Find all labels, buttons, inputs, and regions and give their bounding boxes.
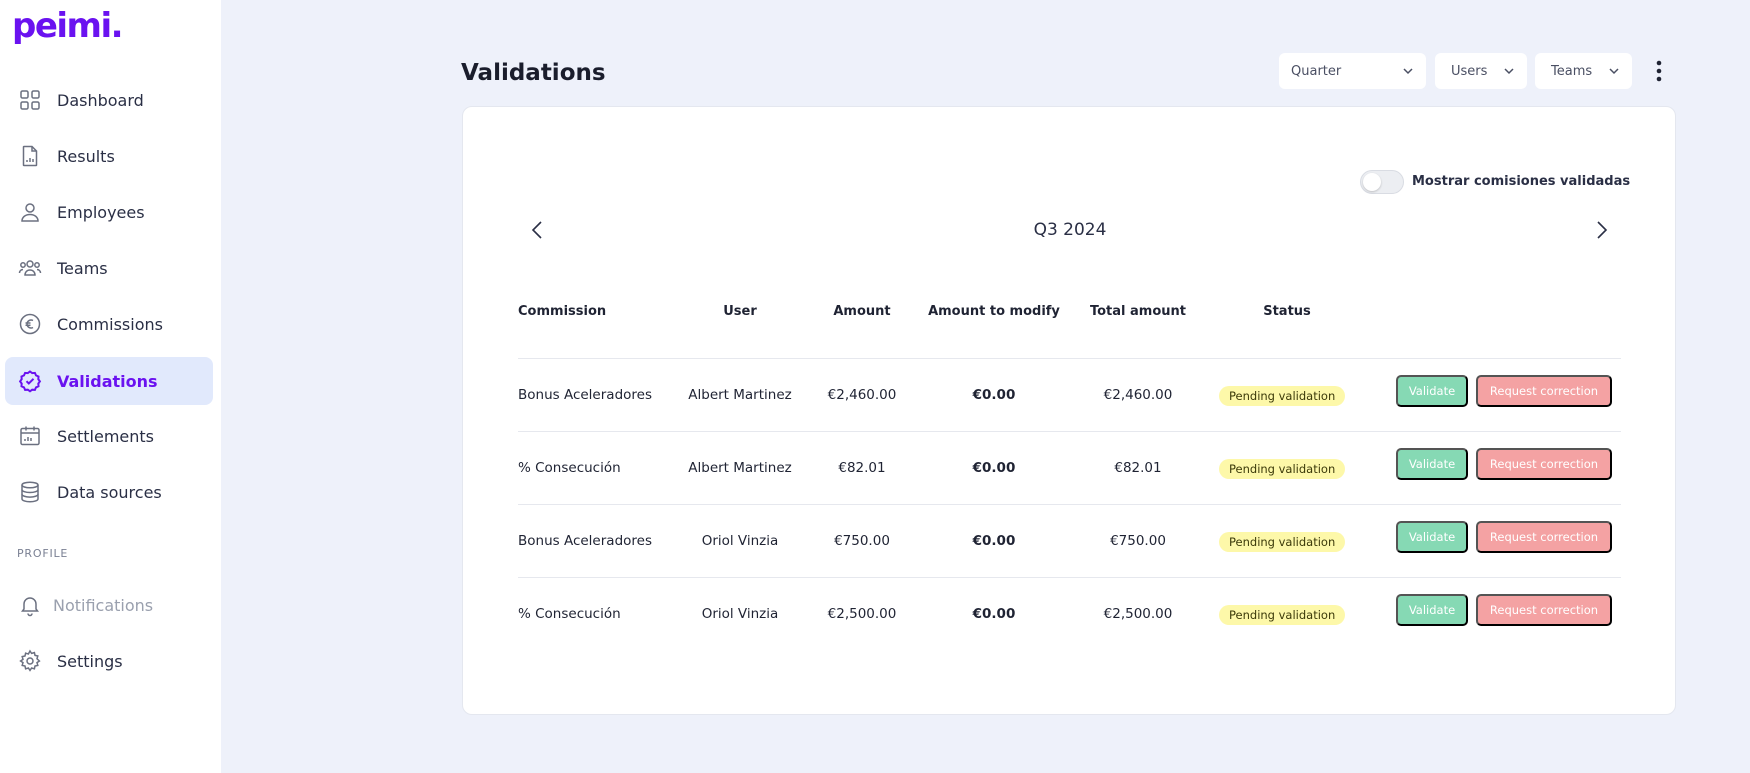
- cell-commission: Bonus Aceleradores: [518, 533, 652, 549]
- quarter-select[interactable]: Quarter: [1279, 53, 1426, 89]
- toggle-knob: [1363, 173, 1381, 191]
- period-label: Q3 2024: [1033, 220, 1107, 240]
- chevron-right-icon[interactable]: [1590, 219, 1612, 241]
- sidebar-item-label: Settlements: [57, 426, 155, 446]
- request-correction-button[interactable]: Request correction: [1476, 594, 1612, 626]
- status-badge: Pending validation: [1219, 386, 1346, 406]
- column-header-amount-to-modify: Amount to modify: [928, 304, 1060, 319]
- chevron-down-icon: [1609, 68, 1619, 75]
- request-correction-button[interactable]: Request correction: [1476, 521, 1612, 553]
- validate-button[interactable]: Validate: [1396, 521, 1468, 553]
- table-divider: [518, 358, 1621, 359]
- sidebar-item-settings[interactable]: Settings: [5, 637, 213, 685]
- cell-user: Albert Martinez: [688, 460, 792, 476]
- grid-icon: [20, 90, 40, 110]
- status-badge: Pending validation: [1219, 532, 1346, 552]
- sidebar-item-results[interactable]: Results: [5, 132, 213, 180]
- users-icon: [18, 260, 42, 276]
- gear-icon: [19, 649, 41, 672]
- column-header-status: Status: [1263, 304, 1311, 319]
- status-badge: Pending validation: [1219, 459, 1346, 479]
- sidebar-item-settlements[interactable]: Settlements: [5, 412, 213, 460]
- show-validated-label: Mostrar comisiones validadas: [1412, 174, 1631, 189]
- sidebar: peimi. Dashboard Results Employees Teams…: [0, 0, 221, 773]
- table-divider: [518, 504, 1621, 505]
- cell-amount: €750.00: [834, 533, 890, 549]
- sidebar-item-label: Dashboard: [57, 90, 144, 110]
- cell-commission: % Consecución: [518, 460, 621, 476]
- cell-amount-to-modify: €0.00: [972, 533, 1016, 549]
- cell-commission: Bonus Aceleradores: [518, 387, 652, 403]
- user-icon: [21, 203, 39, 222]
- cell-total-amount: €2,500.00: [1103, 606, 1173, 622]
- profile-section-label: PROFILE: [17, 547, 69, 560]
- chevron-down-icon: [1403, 68, 1413, 75]
- check-circle-icon: [18, 370, 42, 393]
- sidebar-item-commissions[interactable]: Commissions: [5, 300, 213, 348]
- sidebar-item-notifications[interactable]: Notifications: [5, 581, 213, 629]
- cell-total-amount: €2,460.00: [1103, 387, 1173, 403]
- status-badge: Pending validation: [1219, 605, 1346, 625]
- euro-icon: [19, 313, 41, 335]
- teams-select-label: Teams: [1551, 63, 1593, 79]
- cell-user: Oriol Vinzia: [701, 606, 779, 622]
- cell-amount: €82.01: [838, 460, 886, 476]
- quarter-select-label: Quarter: [1291, 63, 1342, 79]
- users-select[interactable]: Users: [1435, 53, 1527, 89]
- column-header-commission: Commission: [518, 304, 607, 319]
- sidebar-item-label: Employees: [57, 202, 145, 222]
- sidebar-item-label: Validations: [57, 371, 158, 391]
- more-options-icon[interactable]: [1648, 58, 1670, 84]
- sidebar-item-data-sources[interactable]: Data sources: [5, 468, 213, 516]
- document-chart-icon: [22, 145, 38, 167]
- cell-total-amount: €750.00: [1110, 533, 1166, 549]
- validate-button[interactable]: Validate: [1396, 448, 1468, 480]
- teams-select[interactable]: Teams: [1535, 53, 1632, 89]
- bell-icon: [21, 597, 39, 617]
- calendar-icon: [20, 426, 40, 446]
- validate-button[interactable]: Validate: [1396, 594, 1468, 626]
- validate-button[interactable]: Validate: [1396, 375, 1468, 407]
- request-correction-button[interactable]: Request correction: [1476, 375, 1612, 407]
- sidebar-item-label: Settings: [57, 651, 123, 671]
- logo[interactable]: peimi.: [12, 6, 124, 46]
- column-header-total-amount: Total amount: [1089, 304, 1186, 319]
- table-divider: [518, 431, 1621, 432]
- cell-amount-to-modify: €0.00: [972, 606, 1016, 622]
- cell-amount: €2,460.00: [827, 387, 897, 403]
- cell-user: Oriol Vinzia: [701, 533, 779, 549]
- sidebar-item-validations[interactable]: Validations: [5, 357, 213, 405]
- column-header-amount: Amount: [833, 304, 891, 319]
- cell-amount-to-modify: €0.00: [972, 387, 1016, 403]
- sidebar-item-label: Teams: [57, 258, 108, 278]
- users-select-label: Users: [1451, 63, 1488, 79]
- sidebar-item-employees[interactable]: Employees: [5, 188, 213, 236]
- page-title: Validations: [461, 60, 606, 86]
- cell-user: Albert Martinez: [688, 387, 792, 403]
- cell-commission: % Consecución: [518, 606, 621, 622]
- sidebar-item-label: Notifications: [53, 595, 154, 615]
- sidebar-item-dashboard[interactable]: Dashboard: [5, 76, 213, 124]
- cell-total-amount: €82.01: [1114, 460, 1162, 476]
- chevron-down-icon: [1504, 68, 1514, 75]
- cell-amount-to-modify: €0.00: [972, 460, 1016, 476]
- column-header-user: User: [723, 304, 757, 319]
- sidebar-item-label: Results: [57, 146, 115, 166]
- sidebar-item-label: Commissions: [57, 314, 163, 334]
- table-divider: [518, 577, 1621, 578]
- sidebar-item-label: Data sources: [57, 482, 162, 502]
- database-icon: [21, 481, 39, 503]
- cell-amount: €2,500.00: [827, 606, 897, 622]
- sidebar-item-teams[interactable]: Teams: [5, 244, 213, 292]
- request-correction-button[interactable]: Request correction: [1476, 448, 1612, 480]
- show-validated-toggle[interactable]: [1360, 170, 1404, 194]
- chevron-left-icon[interactable]: [527, 219, 549, 241]
